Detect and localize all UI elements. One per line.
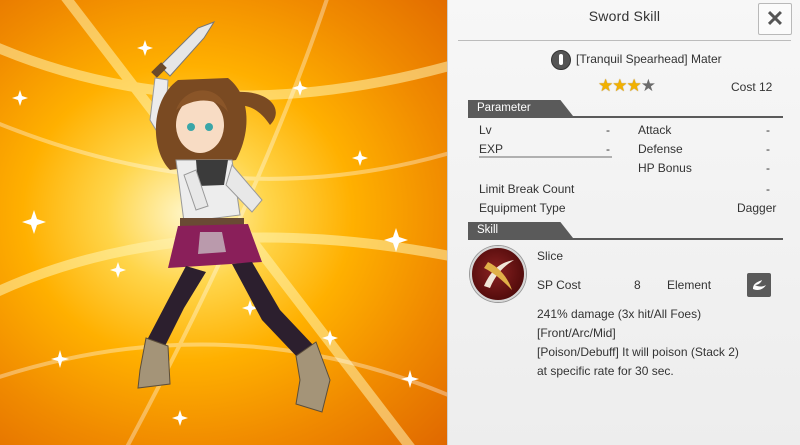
slash-skill-icon xyxy=(470,246,526,302)
hp-bonus-value: - xyxy=(766,161,770,175)
close-icon[interactable]: ✕ xyxy=(759,4,791,34)
limit-break-value: - xyxy=(766,182,770,196)
character-illustration xyxy=(0,0,447,445)
skill-header: Skill xyxy=(468,222,573,238)
title-divider xyxy=(458,40,791,41)
element-label: Element xyxy=(667,278,712,292)
skill-description-line: at specific rate for 30 sec. xyxy=(537,364,674,378)
sword-skill-panel: Sword Skill ✕ [Tranquil Spearhead] Mater… xyxy=(447,0,800,445)
sp-cost-value: 8 xyxy=(634,278,641,292)
skill-description-line: 241% damage (3x hit/All Foes) xyxy=(537,307,702,321)
skill-description-line: [Front/Arc/Mid] xyxy=(537,326,616,340)
cost-label: Cost xyxy=(731,80,756,94)
star-filled-icon: ★ xyxy=(612,76,627,95)
equipment-type-value: Dagger xyxy=(737,201,777,215)
sp-cost-label: SP Cost xyxy=(537,278,581,292)
defense-value: - xyxy=(766,142,770,156)
parameter-section-header: Parameter xyxy=(468,100,783,118)
defense-label: Defense xyxy=(638,142,683,156)
skill-section-header: Skill xyxy=(468,222,783,240)
dagger-icon xyxy=(551,50,571,70)
attack-value: - xyxy=(766,123,770,137)
equipment-type-label: Equipment Type xyxy=(479,201,566,215)
lv-label: Lv xyxy=(479,123,492,137)
exp-label: EXP xyxy=(479,142,504,156)
star-filled-icon: ★ xyxy=(598,76,613,95)
wind-element-icon xyxy=(747,273,771,297)
cost-value: 12 xyxy=(759,80,773,94)
hp-bonus-label: HP Bonus xyxy=(638,161,692,175)
weapon-name: [Tranquil Spearhead] Mater xyxy=(576,52,722,66)
attack-label: Attack xyxy=(638,123,672,137)
star-filled-icon: ★ xyxy=(626,76,642,95)
star-empty-icon: ★ xyxy=(640,76,656,95)
skill-name: Slice xyxy=(537,249,564,263)
limit-break-label: Limit Break Count xyxy=(479,182,575,196)
parameter-header: Parameter xyxy=(468,100,573,116)
skill-description: 241% damage (3x hit/All Foes) [Front/Arc… xyxy=(537,305,792,381)
character-art xyxy=(0,0,447,445)
skill-description-line: [Poison/Debuff] It will poison (Stack 2) xyxy=(537,345,739,359)
close-button[interactable]: ✕ xyxy=(758,3,792,35)
lv-value: - xyxy=(606,123,610,137)
panel-title: Sword Skill xyxy=(588,8,661,24)
exp-value: - xyxy=(606,142,610,156)
exp-bar xyxy=(479,156,612,158)
rarity-stars: ★★★★ xyxy=(598,76,656,95)
